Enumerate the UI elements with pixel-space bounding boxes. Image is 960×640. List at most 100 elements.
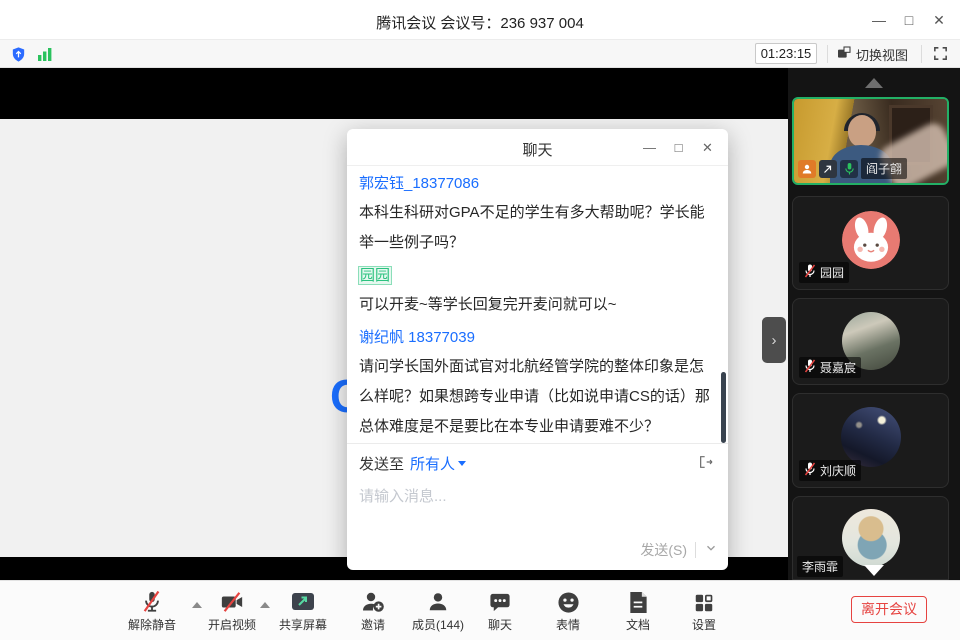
members-label: 成员(144) — [406, 616, 470, 633]
participant-avatar — [841, 407, 901, 467]
mic-muted-icon — [120, 590, 184, 614]
mic-on-icon — [840, 160, 858, 178]
share-screen-button[interactable]: 共享屏幕 — [271, 590, 335, 633]
participant-name: 李雨霏 — [802, 558, 838, 575]
minimize-icon[interactable]: — — [864, 0, 894, 40]
window-controls: — □ ✕ — [864, 0, 954, 40]
send-to-label: 发送至 — [359, 453, 404, 474]
document-icon — [606, 590, 670, 614]
scroll-down-icon[interactable] — [864, 565, 884, 576]
unmute-label: 解除静音 — [120, 616, 184, 633]
status-toolbar: 01:23:15 切换视图 — [0, 40, 960, 68]
mic-muted-icon — [804, 264, 816, 281]
start-video-label: 开启视频 — [200, 616, 264, 633]
emoji-button[interactable]: 表情 — [536, 590, 600, 633]
fullscreen-icon[interactable] — [932, 45, 949, 67]
network-security-shield-icon[interactable] — [10, 46, 27, 68]
participant-name: 刘庆顺 — [820, 462, 856, 479]
chat-bubble-icon — [468, 590, 532, 614]
participant-avatar — [842, 211, 900, 269]
chat-label: 聊天 — [468, 616, 532, 633]
participant-avatar — [842, 509, 900, 567]
scroll-up-icon[interactable] — [865, 78, 883, 88]
caret-down-icon — [458, 461, 466, 466]
send-button-group: 发送(S) — [640, 540, 718, 560]
share-screen-label: 共享屏幕 — [271, 616, 335, 633]
separator — [695, 542, 696, 558]
title-bar: 腾讯会议 会议号：236 937 004 — □ ✕ — [0, 0, 960, 40]
participant-name: 阎子翧 — [861, 158, 907, 179]
meeting-timer: 01:23:15 — [755, 43, 817, 64]
invite-person-icon — [341, 590, 405, 614]
leave-meeting-button[interactable]: 离开会议 — [851, 596, 927, 623]
message-text: 本科生科研对GPA不足的学生有多大帮助呢？学长能举一些例子吗？ — [359, 198, 716, 258]
screen-sharing-badge-icon — [819, 160, 837, 178]
participant-name-tag: 刘庆顺 — [799, 460, 861, 481]
mic-muted-icon — [804, 359, 816, 376]
switch-view-icon — [836, 45, 852, 64]
chat-footer: 发送至 所有人 发送(S) — [347, 443, 728, 570]
send-options-chevron-icon[interactable] — [704, 541, 718, 560]
signal-strength-icon[interactable] — [37, 46, 53, 67]
chevron-right-icon: › — [772, 332, 777, 349]
docs-label: 文档 — [606, 616, 670, 633]
participants-sidebar: 阎子翧 园园 聂嘉宸 — [788, 68, 960, 580]
settings-label: 设置 — [672, 616, 736, 633]
unmute-button[interactable]: 解除静音 — [120, 590, 184, 633]
window-title: 腾讯会议 会议号：236 937 004 — [0, 12, 960, 33]
chat-window-controls: — □ ✕ — [635, 129, 722, 166]
message-input[interactable] — [359, 484, 716, 508]
message-sender[interactable]: 谢纪帆 18377039 — [359, 327, 716, 349]
chat-maximize-icon[interactable]: □ — [664, 129, 693, 166]
chat-button[interactable]: 聊天 — [468, 590, 532, 633]
message-text: 可以开麦~等学长回复完开麦问就可以~ — [359, 290, 716, 320]
sidebar-collapse-handle[interactable]: › — [762, 317, 786, 363]
chat-message: 郭宏钰_18377086 本科生科研对GPA不足的学生有多大帮助呢？学长能举一些… — [347, 173, 728, 258]
participant-name: 园园 — [820, 264, 844, 281]
send-button[interactable]: 发送(S) — [640, 540, 687, 560]
participant-video-tile[interactable]: 阎子翧 — [792, 97, 949, 185]
chat-message: 谢纪帆 18377039 请问学长国外面试官对北航经管学院的整体印象是怎么样呢？… — [347, 327, 728, 442]
settings-button[interactable]: 设置 — [672, 590, 736, 633]
participant-tile[interactable]: 聂嘉宸 — [792, 298, 949, 385]
smiley-icon — [536, 590, 600, 614]
message-sender[interactable]: 郭宏钰_18377086 — [359, 173, 716, 195]
send-to-selector[interactable]: 所有人 — [410, 453, 466, 474]
members-person-icon — [406, 590, 470, 614]
participant-name-tag: 聂嘉宸 — [799, 357, 861, 378]
chat-minimize-icon[interactable]: — — [635, 129, 664, 166]
popout-chat-icon[interactable] — [698, 454, 714, 475]
chat-message-list[interactable]: 郭宏钰_18377086 本科生科研对GPA不足的学生有多大帮助呢？学长能举一些… — [347, 166, 728, 443]
mic-muted-icon — [804, 462, 816, 479]
participant-name: 聂嘉宸 — [820, 359, 856, 376]
chat-title-bar[interactable]: 聊天 — □ ✕ — [347, 129, 728, 166]
participant-name-tag: 李雨霏 — [797, 556, 843, 577]
start-video-button[interactable]: 开启视频 — [200, 590, 264, 633]
emoji-label: 表情 — [536, 616, 600, 633]
chat-scrollbar[interactable] — [721, 372, 726, 443]
participant-status-row: 阎子翧 — [798, 158, 907, 179]
switch-view-button[interactable]: 切换视图 — [836, 43, 908, 65]
chat-close-icon[interactable]: ✕ — [693, 129, 722, 166]
maximize-icon[interactable]: □ — [894, 0, 924, 40]
camera-off-icon — [200, 590, 264, 614]
participant-tile[interactable]: 园园 — [792, 196, 949, 290]
video-options-caret[interactable] — [260, 602, 270, 608]
settings-grid-icon — [672, 590, 736, 614]
chat-message: 园园 可以开麦~等学长回复完开麦问就可以~ — [347, 265, 728, 320]
invite-button[interactable]: 邀请 — [341, 590, 405, 633]
close-icon[interactable]: ✕ — [924, 0, 954, 40]
participant-tile[interactable]: 刘庆顺 — [792, 393, 949, 488]
meeting-toolbar: 解除静音 开启视频 共享屏幕 邀请 成员(144) — [0, 580, 960, 640]
members-button[interactable]: 成员(144) — [406, 590, 470, 633]
send-to-row: 发送至 所有人 — [359, 453, 466, 474]
invite-label: 邀请 — [341, 616, 405, 633]
share-screen-icon — [271, 590, 335, 614]
message-text: 请问学长国外面试官对北航经管学院的整体印象是怎么样呢？如果想跨专业申请（比如说申… — [359, 352, 716, 442]
switch-view-label: 切换视图 — [856, 45, 908, 64]
participant-name-tag: 园园 — [799, 262, 849, 283]
tencent-meeting-window: 腾讯会议 会议号：236 937 004 — □ ✕ 01:23:15 切换视图 — [0, 0, 960, 640]
docs-button[interactable]: 文档 — [606, 590, 670, 633]
separator — [921, 45, 922, 63]
message-sender: 园园 — [359, 265, 716, 287]
